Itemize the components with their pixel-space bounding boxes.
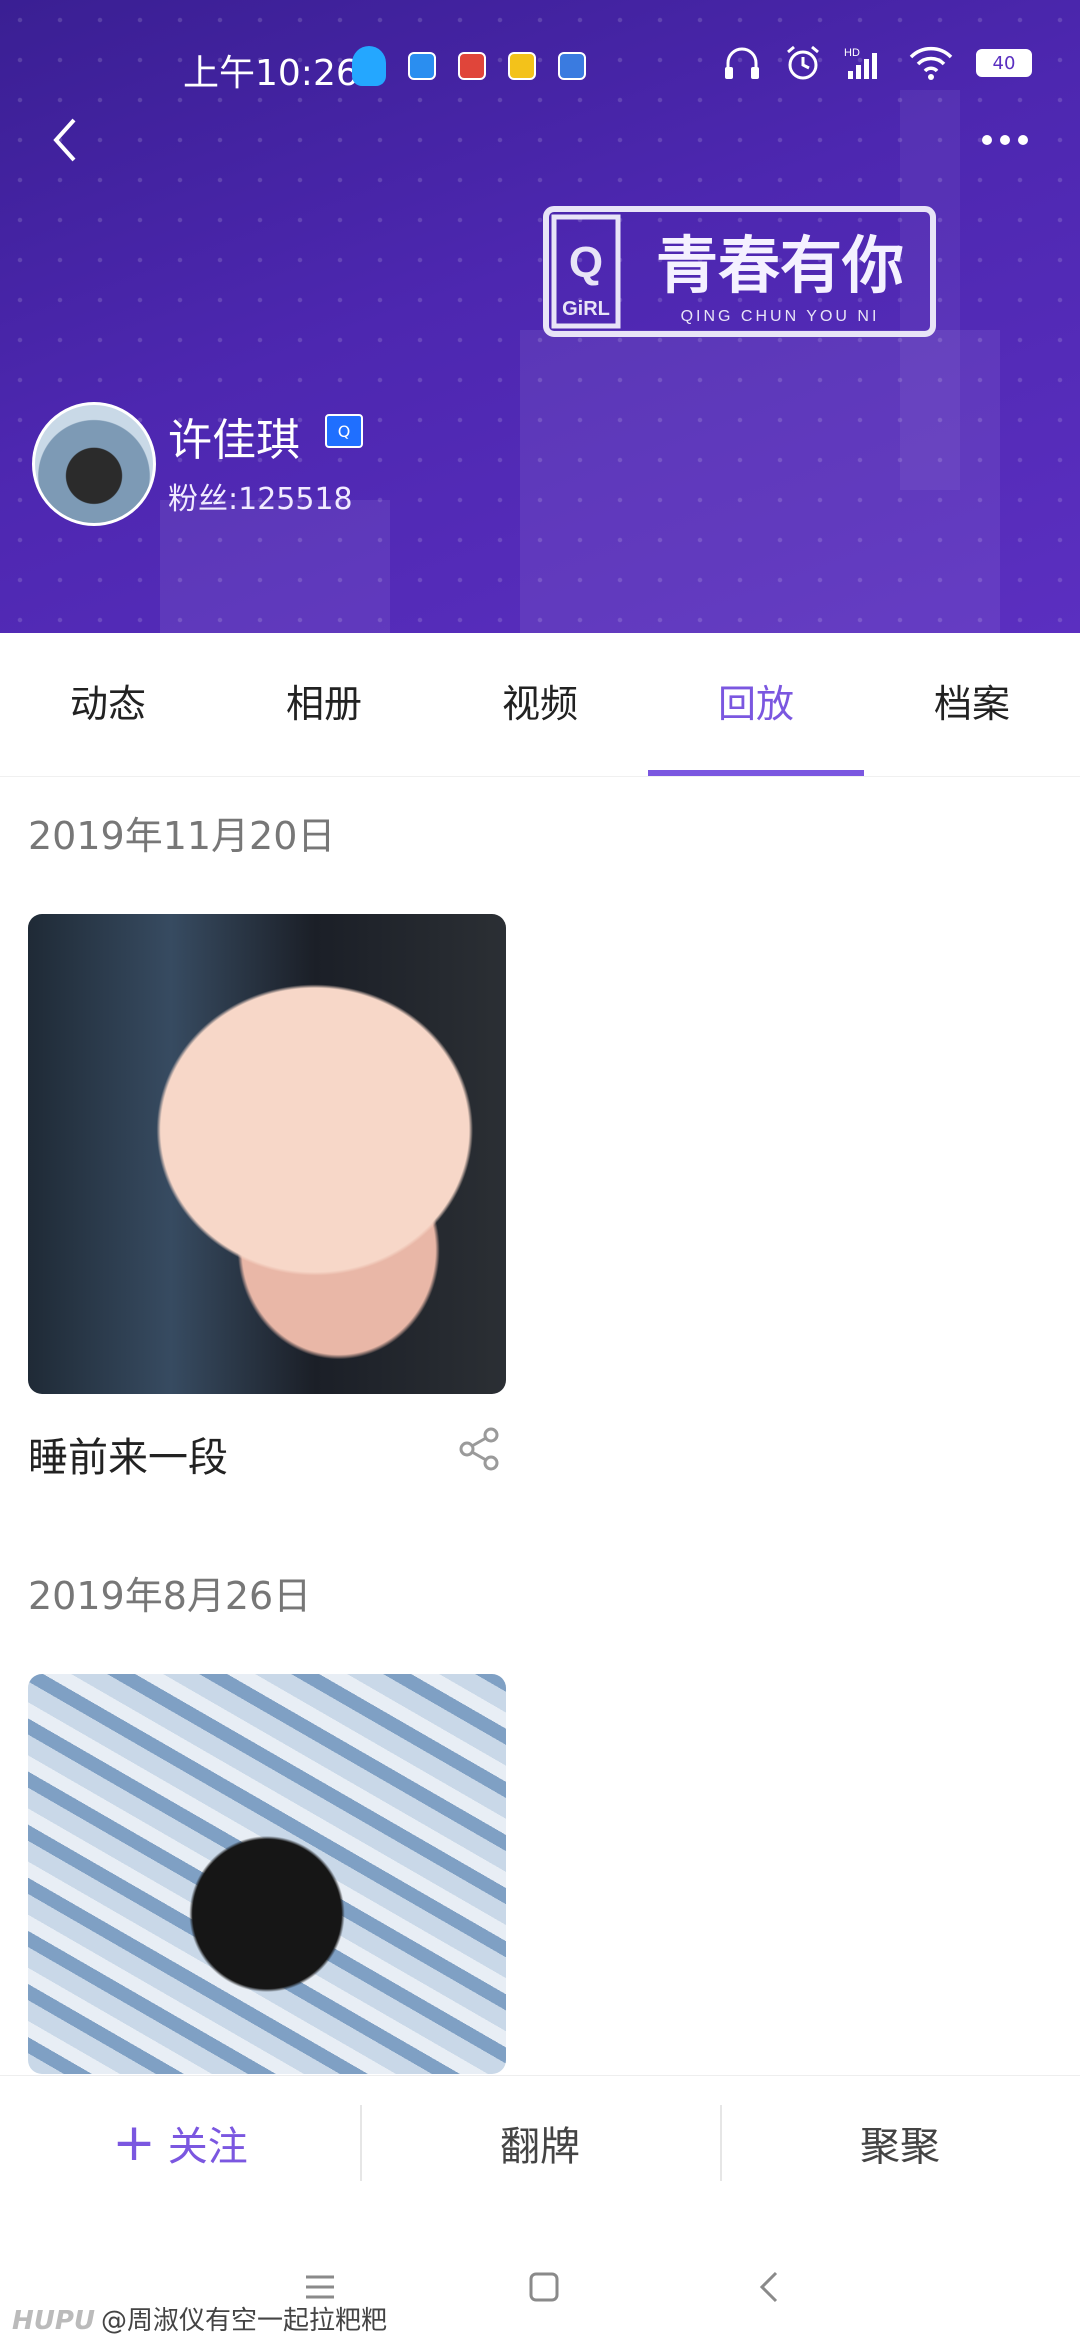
plus-icon: + [112, 2113, 156, 2173]
system-indicators: HD 40 [722, 44, 1032, 82]
watermark: HUPU @周淑仪有空一起拉粑粑 [12, 2300, 387, 2337]
share-icon[interactable] [455, 1425, 503, 1473]
notification-icons [352, 46, 586, 86]
signal-hd-icon: HD [844, 47, 877, 79]
replay-date: 2019年8月26日 [28, 1574, 312, 1618]
status-bar: 上午10:26 HD 40 [0, 0, 1080, 130]
tab-replay[interactable]: 回放 [648, 633, 864, 776]
tab-video[interactable]: 视频 [432, 633, 648, 776]
follow-label: 关注 [167, 2124, 248, 2170]
tab-profile-file[interactable]: 档案 [864, 633, 1080, 776]
bottom-action-bar: + 关注 翻牌 聚聚 [0, 2075, 1080, 2210]
follow-button[interactable]: + 关注 [0, 2105, 360, 2181]
avatar[interactable] [32, 402, 156, 526]
group-badge-icon: Q [325, 414, 363, 448]
qq-icon [352, 46, 386, 86]
wifi-icon [909, 46, 953, 80]
profile-header: 上午10:26 HD 40 Q GiRL 青春有你 QING CHUN YOU … [0, 0, 1080, 633]
svg-text:GiRL: GiRL [562, 298, 610, 320]
show-logo: Q GiRL 青春有你 QING CHUN YOU NI [543, 206, 936, 337]
replay-date: 2019年11月20日 [28, 814, 336, 858]
back-nav-icon[interactable] [748, 2265, 792, 2309]
app-notification-icon [458, 52, 486, 80]
watermark-text: @周淑仪有空一起拉粑粑 [101, 2306, 388, 2336]
gather-label: 聚聚 [860, 2124, 940, 2170]
replay-title[interactable]: 睡前来一段 [28, 1425, 228, 1483]
flip-label: 翻牌 [500, 2124, 580, 2170]
svg-text:HD: HD [844, 47, 860, 59]
watermark-brand: HUPU [12, 2306, 96, 2336]
profile-tabs: 动态 相册 视频 回放 档案 [0, 633, 1080, 777]
header-decoration [160, 500, 390, 633]
status-time: 上午10:26 [183, 53, 359, 94]
alarm-icon [787, 45, 819, 80]
battery-indicator: 40 [976, 49, 1032, 77]
fans-count: 粉丝:125518 [168, 482, 353, 517]
app-notification-icon [408, 52, 436, 80]
gather-button[interactable]: 聚聚 [720, 2105, 1080, 2181]
tab-album[interactable]: 相册 [216, 633, 432, 776]
home-icon[interactable] [522, 2265, 566, 2309]
back-arrow-icon[interactable] [40, 110, 90, 170]
profile-name: 许佳琪 [168, 415, 300, 466]
svg-text:QING CHUN YOU NI: QING CHUN YOU NI [681, 308, 880, 325]
app-notification-icon [508, 52, 536, 80]
more-options-icon[interactable] [970, 120, 1040, 160]
svg-text:青春有你: 青春有你 [656, 229, 904, 302]
tab-dynamics[interactable]: 动态 [0, 633, 216, 776]
replay-thumbnail[interactable] [28, 1674, 506, 2074]
replay-thumbnail[interactable] [28, 914, 506, 1394]
svg-text:Q: Q [569, 238, 603, 287]
headphones-icon [725, 47, 759, 79]
app-notification-icon [558, 52, 586, 80]
flip-button[interactable]: 翻牌 [360, 2105, 720, 2181]
